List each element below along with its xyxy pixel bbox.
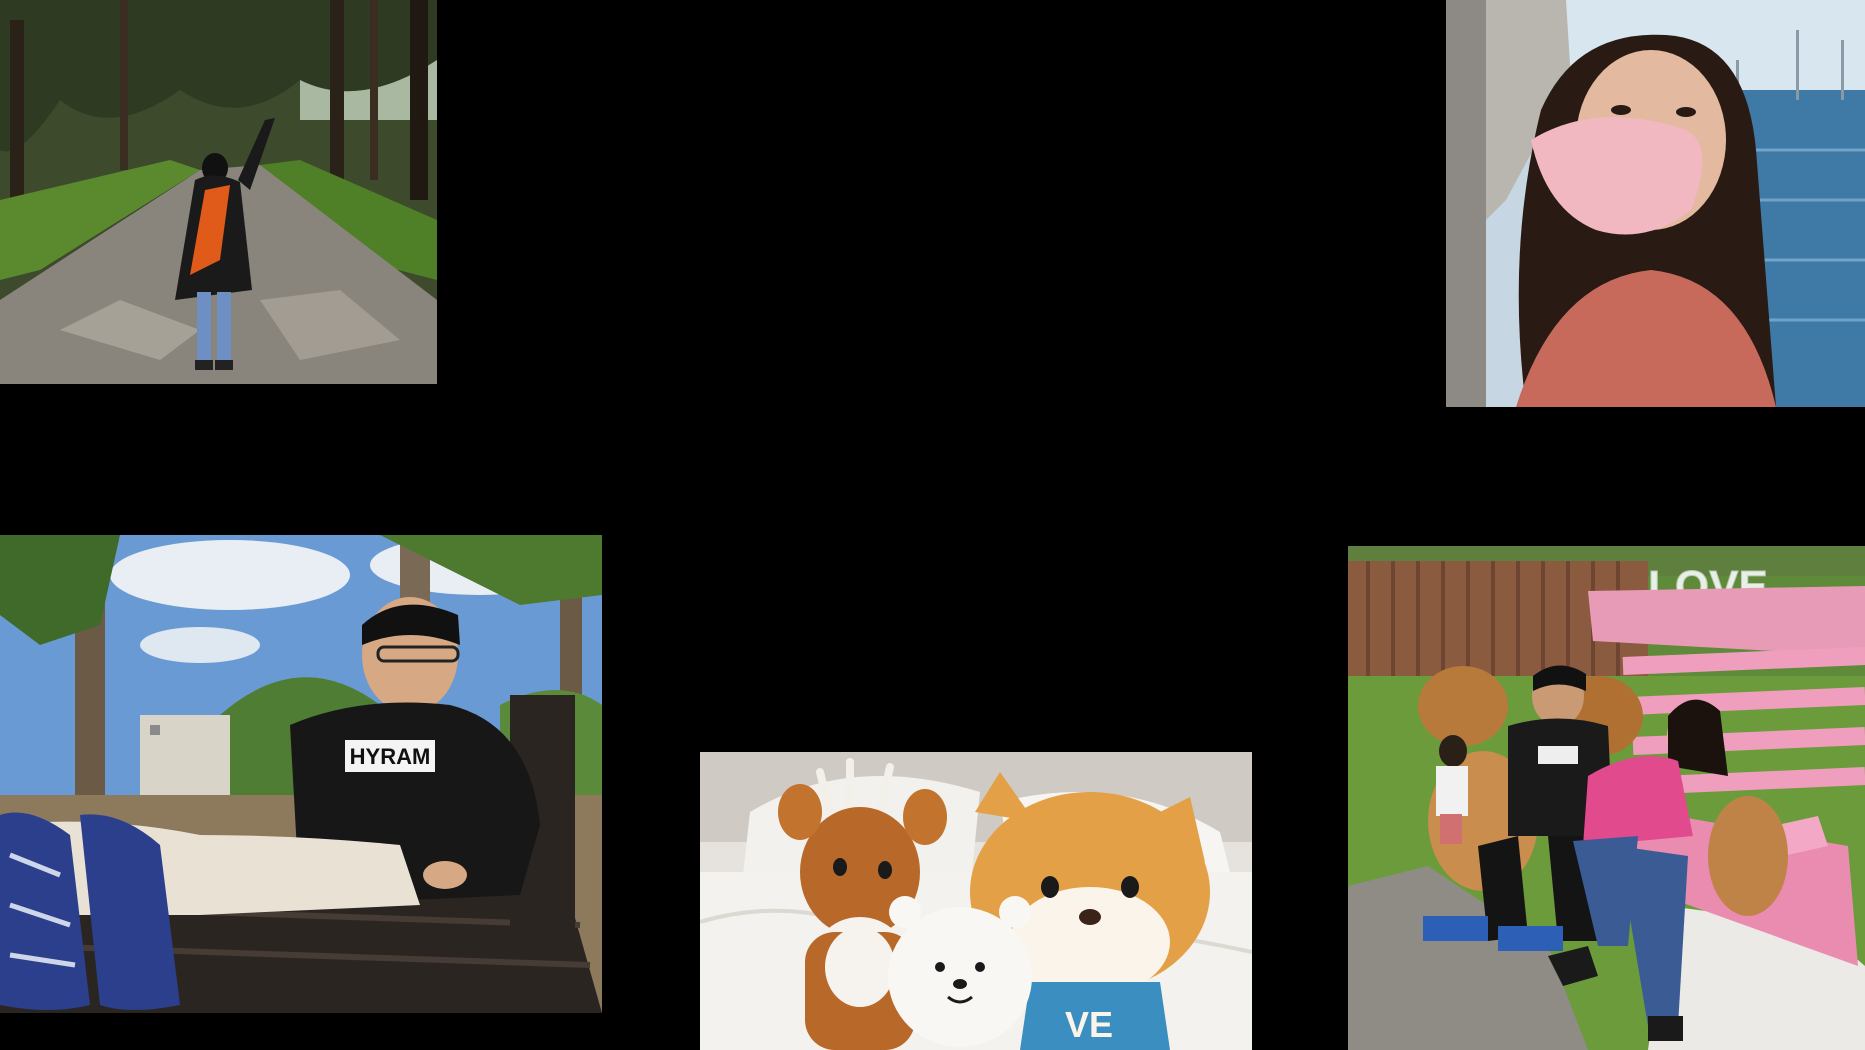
svg-text:HYRAM: HYRAM	[350, 744, 431, 769]
photo-man-on-bench[interactable]: HYRAM	[0, 535, 602, 1013]
bear-plush	[888, 896, 1032, 1047]
photo-collage: HYRAM VE LOVE	[0, 0, 1865, 1050]
sweater-logo: HYRAM	[345, 740, 435, 772]
photo-park-walk[interactable]	[0, 0, 437, 384]
plush-toys-image: VE	[700, 752, 1252, 1050]
photo-plush-toys[interactable]: VE	[700, 752, 1252, 1050]
park-walk-image	[0, 0, 437, 384]
man-on-bench-image: HYRAM	[0, 535, 602, 1013]
svg-text:VE: VE	[1065, 1004, 1113, 1045]
family-love-bench-image: LOVE	[1348, 546, 1865, 1050]
masked-selfie-image	[1446, 0, 1865, 407]
photo-family-love-bench[interactable]: LOVE	[1348, 546, 1865, 1050]
photo-masked-selfie[interactable]	[1446, 0, 1865, 407]
